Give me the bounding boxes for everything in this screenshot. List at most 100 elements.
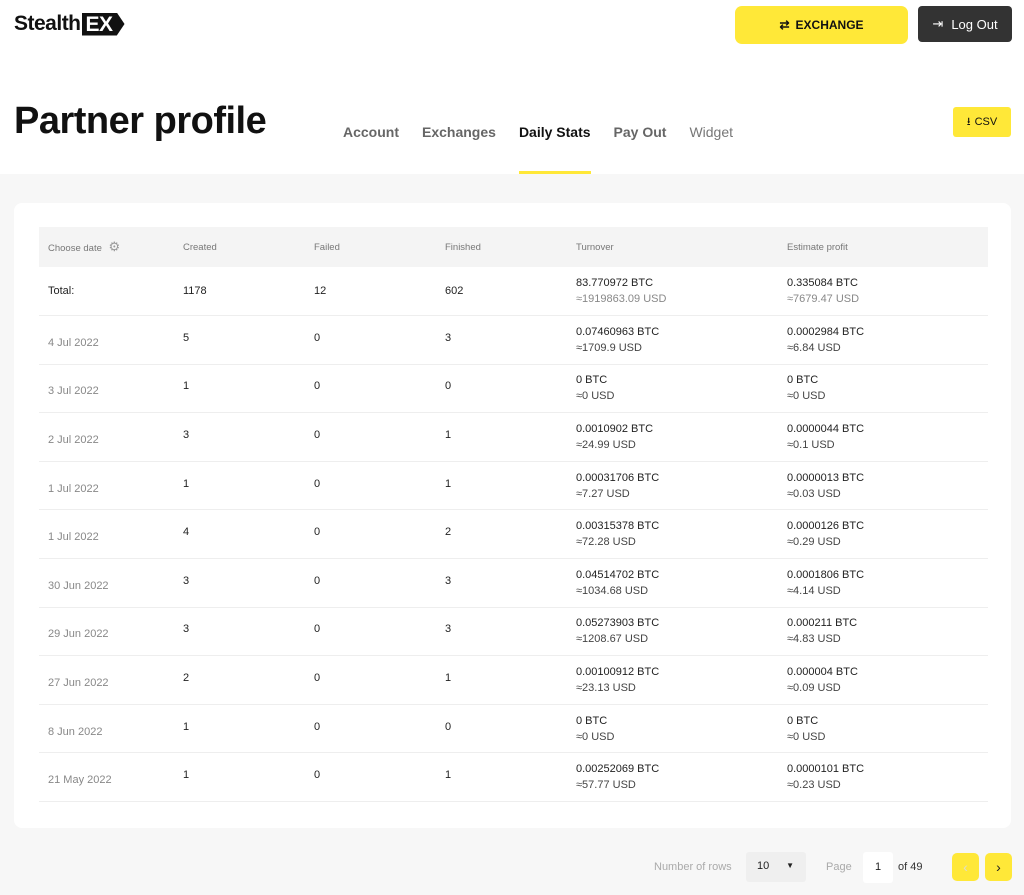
- turnover-header: Turnover: [567, 227, 778, 267]
- created-cell: 1: [174, 364, 305, 414]
- stats-card: Choose date ⚙ Created Failed Finished Tu…: [14, 203, 1011, 828]
- finished-cell: 0: [436, 364, 567, 414]
- turnover-cell: 0.0010902 BTC ≈24.99 USD: [567, 412, 778, 462]
- profit-cell: 0.0000126 BTC ≈0.29 USD: [778, 509, 988, 560]
- created-cell: 5: [174, 315, 305, 365]
- date-cell: 27 Jun 2022: [39, 655, 174, 705]
- table-row: 21 May 2022 1 0 1 0.00252069 BTC ≈57.77 U…: [39, 752, 988, 803]
- logout-icon: ⇥: [932, 16, 944, 31]
- created-header: Created: [174, 227, 305, 267]
- created-cell: 3: [174, 412, 305, 462]
- tab-exchanges[interactable]: Exchanges: [422, 124, 496, 174]
- date-cell: 3 Jul 2022: [39, 364, 174, 414]
- profit-header: Estimate profit: [778, 227, 988, 267]
- finished-cell: 1: [436, 412, 567, 462]
- download-icon: ⭳: [966, 115, 971, 128]
- tab-account[interactable]: Account: [343, 124, 399, 174]
- table-row: 30 Jun 2022 3 0 3 0.04514702 BTC ≈1034.68…: [39, 558, 988, 608]
- turnover-cell: 0.00315378 BTC ≈72.28 USD: [567, 509, 778, 560]
- tab-pay-out[interactable]: Pay Out: [614, 124, 667, 174]
- total-row: Total: 1178 12 602 83.770972 BTC ≈1919863…: [39, 267, 988, 317]
- failed-cell: 0: [305, 509, 436, 560]
- chevron-left-icon: ‹: [963, 859, 968, 875]
- next-page-button[interactable]: ›: [985, 853, 1012, 881]
- turnover-cell: 0 BTC ≈0 USD: [567, 364, 778, 414]
- daily-stats-table: Choose date ⚙ Created Failed Finished Tu…: [39, 227, 988, 803]
- swap-icon: ⇄: [779, 18, 790, 32]
- pagination: Number of rows 10 ▼ Page 1 of 49 ‹ ›: [0, 852, 1024, 884]
- logout-button[interactable]: ⇥ Log Out: [918, 6, 1012, 42]
- finished-cell: 1: [436, 655, 567, 705]
- profit-cell: 0.000004 BTC ≈0.09 USD: [778, 655, 988, 705]
- date-cell: 1 Jul 2022: [39, 509, 174, 560]
- created-cell: 2: [174, 655, 305, 705]
- table-row: 2 Jul 2022 3 0 1 0.0010902 BTC ≈24.99 USD…: [39, 412, 988, 462]
- finished-cell: 1: [436, 461, 567, 511]
- table-row: 1 Jul 2022 1 0 1 0.00031706 BTC ≈7.27 USD…: [39, 461, 988, 511]
- date-cell: 8 Jun 2022: [39, 704, 174, 754]
- created-cell: 1: [174, 752, 305, 803]
- table-row: 29 Jun 2022 3 0 3 0.05273903 BTC ≈1208.67…: [39, 607, 988, 657]
- profit-cell: 0.0001806 BTC ≈4.14 USD: [778, 558, 988, 608]
- turnover-cell: 0.04514702 BTC ≈1034.68 USD: [567, 558, 778, 608]
- turnover-cell: 0.05273903 BTC ≈1208.67 USD: [567, 607, 778, 657]
- table-row: 4 Jul 2022 5 0 3 0.07460963 BTC ≈1709.9 U…: [39, 315, 988, 365]
- table-row: 1 Jul 2022 4 0 2 0.00315378 BTC ≈72.28 US…: [39, 509, 988, 560]
- date-cell: 1 Jul 2022: [39, 461, 174, 511]
- choose-date-header[interactable]: Choose date ⚙: [39, 227, 174, 267]
- profit-cell: 0 BTC ≈0 USD: [778, 364, 988, 414]
- created-cell: 3: [174, 607, 305, 657]
- failed-cell: 0: [305, 558, 436, 608]
- finished-cell: 3: [436, 607, 567, 657]
- rows-per-page-select[interactable]: 10 ▼: [746, 852, 806, 882]
- page-title: Partner profile: [14, 100, 267, 142]
- date-cell: 30 Jun 2022: [39, 558, 174, 608]
- profit-cell: 0.0000013 BTC ≈0.03 USD: [778, 461, 988, 511]
- finished-cell: 3: [436, 558, 567, 608]
- failed-cell: 0: [305, 607, 436, 657]
- created-cell: 1: [174, 704, 305, 754]
- date-cell: 4 Jul 2022: [39, 315, 174, 365]
- top-bar: Stealth EX ⇄ EXCHANGE ⇥ Log Out Partner pro…: [0, 0, 1024, 174]
- exchange-button[interactable]: ⇄ EXCHANGE: [735, 6, 908, 44]
- finished-header: Finished: [436, 227, 567, 267]
- profit-cell: 0.000211 BTC ≈4.83 USD: [778, 607, 988, 657]
- failed-cell: 0: [305, 704, 436, 754]
- table-row: 8 Jun 2022 1 0 0 0 BTC ≈0 USD 0 BTC ≈0 USD: [39, 704, 988, 754]
- finished-cell: 2: [436, 509, 567, 560]
- tab-widget[interactable]: Widget: [689, 124, 733, 174]
- created-cell: 1: [174, 461, 305, 511]
- date-cell: 21 May 2022: [39, 752, 174, 803]
- logo[interactable]: Stealth EX: [14, 12, 125, 36]
- created-cell: 4: [174, 509, 305, 560]
- chevron-right-icon: ›: [996, 859, 1001, 875]
- failed-cell: 0: [305, 364, 436, 414]
- turnover-cell: 0.07460963 BTC ≈1709.9 USD: [567, 315, 778, 365]
- date-cell: 29 Jun 2022: [39, 607, 174, 657]
- finished-cell: 0: [436, 704, 567, 754]
- page-input[interactable]: 1: [863, 852, 893, 883]
- turnover-cell: 0.00100912 BTC ≈23.13 USD: [567, 655, 778, 705]
- turnover-cell: 0.00031706 BTC ≈7.27 USD: [567, 461, 778, 511]
- finished-cell: 1: [436, 752, 567, 803]
- failed-cell: 0: [305, 315, 436, 365]
- failed-cell: 0: [305, 412, 436, 462]
- turnover-cell: 0 BTC ≈0 USD: [567, 704, 778, 754]
- profit-cell: 0.0002984 BTC ≈6.84 USD: [778, 315, 988, 365]
- prev-page-button[interactable]: ‹: [952, 853, 979, 881]
- csv-download-button[interactable]: ⭳ CSV: [953, 107, 1011, 137]
- failed-cell: 0: [305, 752, 436, 803]
- tab-daily-stats[interactable]: Daily Stats: [518, 124, 591, 174]
- profit-cell: 0.0000044 BTC ≈0.1 USD: [778, 412, 988, 462]
- gear-icon[interactable]: ⚙: [109, 239, 121, 254]
- table-row: 27 Jun 2022 2 0 1 0.00100912 BTC ≈23.13 U…: [39, 655, 988, 705]
- finished-cell: 3: [436, 315, 567, 365]
- table-row: 3 Jul 2022 1 0 0 0 BTC ≈0 USD 0 BTC ≈0 USD: [39, 364, 988, 414]
- turnover-cell: 0.00252069 BTC ≈57.77 USD: [567, 752, 778, 803]
- failed-header: Failed: [305, 227, 436, 267]
- caret-down-icon: ▼: [786, 861, 794, 870]
- created-cell: 3: [174, 558, 305, 608]
- tabs: Account Exchanges Daily Stats Pay Out Wi…: [343, 124, 756, 174]
- failed-cell: 0: [305, 655, 436, 705]
- date-cell: 2 Jul 2022: [39, 412, 174, 462]
